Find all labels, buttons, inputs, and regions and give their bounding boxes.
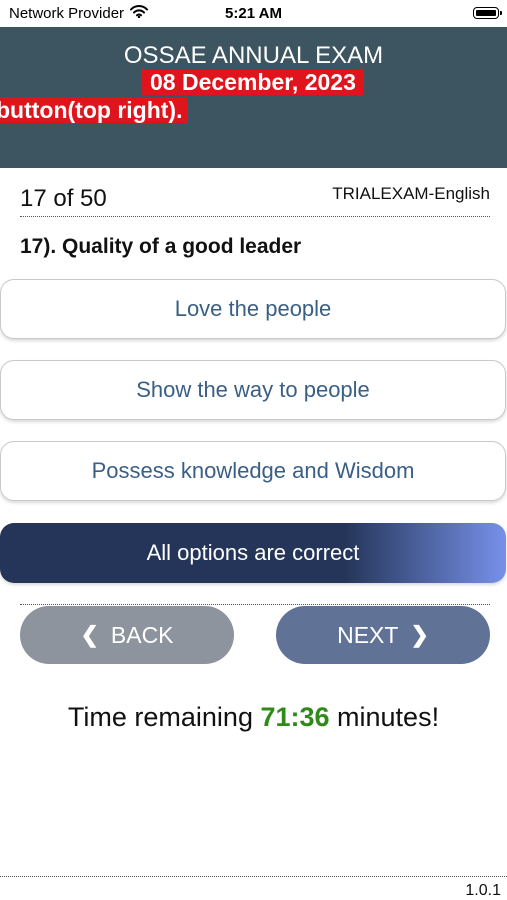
battery-icon <box>473 7 502 19</box>
status-bar: Network Provider 5:21 AM <box>0 0 507 27</box>
option-2[interactable]: Show the way to people <box>0 360 506 420</box>
next-button[interactable]: NEXT ❯ <box>276 606 490 664</box>
timer-prefix: Time remaining <box>67 702 261 732</box>
status-time: 5:21 AM <box>225 5 282 22</box>
question-text: 17). Quality of a good leader <box>20 235 302 258</box>
marquee-text: button(top right). <box>0 97 189 123</box>
timer-suffix: minutes! <box>329 702 440 732</box>
app-version: 1.0.1 <box>465 882 501 899</box>
back-label: BACK <box>110 621 174 648</box>
chevron-right-icon: ❯ <box>410 622 429 647</box>
next-label: NEXT <box>337 621 399 648</box>
back-button[interactable]: ❮ BACK <box>20 606 234 664</box>
timer-value: 71:36 <box>260 702 330 732</box>
option-4-selected[interactable]: All options are correct <box>0 523 506 583</box>
divider <box>20 604 490 605</box>
option-3[interactable]: Possess knowledge and Wisdom <box>0 441 506 501</box>
footer-divider <box>0 876 507 877</box>
chevron-left-icon: ❮ <box>80 622 99 647</box>
option-1[interactable]: Love the people <box>0 279 506 339</box>
time-remaining: Time remaining 71:36 minutes! <box>0 702 507 733</box>
exam-header: OSSAE ANNUAL EXAM 08 December, 2023 butt… <box>0 27 507 168</box>
exam-name: TRIALEXAM-English <box>332 184 490 203</box>
question-counter: 17 of 50 <box>20 185 107 212</box>
exam-title: OSSAE ANNUAL EXAM <box>123 42 384 69</box>
divider <box>20 216 490 217</box>
exam-date: 08 December, 2023 <box>142 69 364 95</box>
